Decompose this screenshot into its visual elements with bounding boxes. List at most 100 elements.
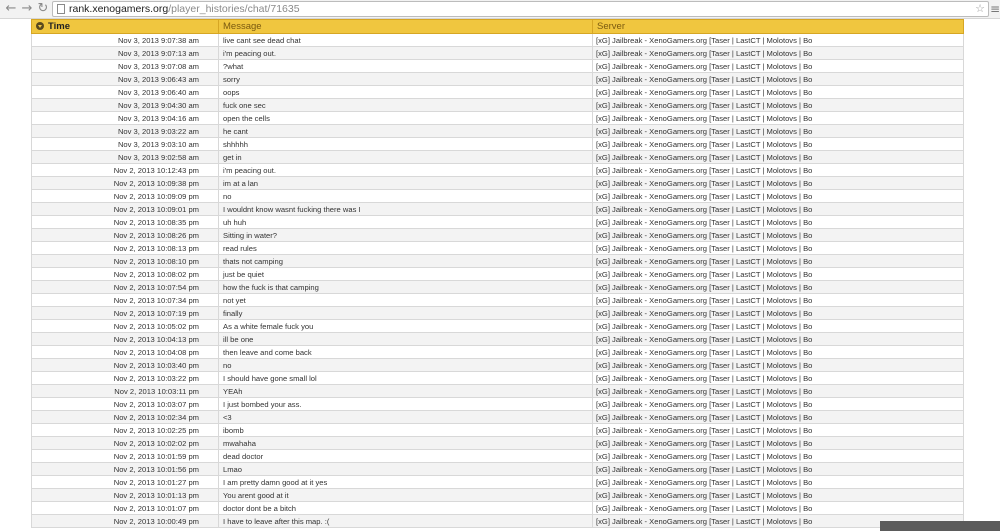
cell-message: get in — [218, 150, 593, 164]
browser-toolbar: ← → ↻ rank.xenogamers.org/player_histori… — [0, 0, 1000, 19]
cell-time: Nov 2, 2013 10:07:34 pm — [31, 293, 219, 307]
cell-time: Nov 2, 2013 10:07:19 pm — [31, 306, 219, 320]
table-row: Nov 2, 2013 10:01:27 pm I am pretty damn … — [31, 475, 964, 489]
address-bar[interactable]: rank.xenogamers.org/player_histories/cha… — [52, 1, 989, 17]
table-row: Nov 3, 2013 9:07:13 am i'm peacing out. [x… — [31, 46, 964, 60]
cell-message: live cant see dead chat — [218, 33, 593, 47]
cell-time: Nov 2, 2013 10:01:27 pm — [31, 475, 219, 489]
cell-message: i'm peacing out. — [218, 46, 593, 60]
cell-time: Nov 2, 2013 10:08:02 pm — [31, 267, 219, 281]
cell-time: Nov 3, 2013 9:07:08 am — [31, 59, 219, 73]
cell-message: I just bombed your ass. — [218, 397, 593, 411]
back-icon[interactable]: ← — [3, 1, 19, 17]
table-row: Nov 2, 2013 10:08:10 pm thats not camping… — [31, 254, 964, 268]
column-header-message[interactable]: Message — [218, 19, 593, 34]
cell-time: Nov 2, 2013 10:03:40 pm — [31, 358, 219, 372]
table-row: Nov 2, 2013 10:09:01 pm I wouldnt know wa… — [31, 202, 964, 216]
table-row: Nov 3, 2013 9:07:08 am ?what [xG] Jailbrea… — [31, 59, 964, 73]
cell-message: no — [218, 358, 593, 372]
cell-server: [xG] Jailbreak - XenoGamers.org [Taser |… — [592, 202, 964, 216]
cell-message: YEAh — [218, 384, 593, 398]
cell-time: Nov 3, 2013 9:04:30 am — [31, 98, 219, 112]
cell-message: ?what — [218, 59, 593, 73]
cell-server: [xG] Jailbreak - XenoGamers.org [Taser |… — [592, 436, 964, 450]
cell-message: oops — [218, 85, 593, 99]
url-text[interactable]: rank.xenogamers.org/player_histories/cha… — [69, 2, 300, 16]
table-row: Nov 2, 2013 10:09:09 pm no [xG] Jailbreak … — [31, 189, 964, 203]
cell-time: Nov 2, 2013 10:02:02 pm — [31, 436, 219, 450]
cell-message: Sitting in water? — [218, 228, 593, 242]
cell-server: [xG] Jailbreak - XenoGamers.org [Taser |… — [592, 176, 964, 190]
table-row: Nov 2, 2013 10:07:54 pm how the fuck is t… — [31, 280, 964, 294]
cell-message: no — [218, 189, 593, 203]
cell-message: sorry — [218, 72, 593, 86]
table-row: Nov 2, 2013 10:03:40 pm no [xG] Jailbreak … — [31, 358, 964, 372]
reload-icon[interactable]: ↻ — [35, 1, 51, 17]
cell-time: Nov 3, 2013 9:07:38 am — [31, 33, 219, 47]
cell-server: [xG] Jailbreak - XenoGamers.org [Taser |… — [592, 33, 964, 47]
cell-message: Lmao — [218, 462, 593, 476]
table-row: Nov 2, 2013 10:08:26 pm Sitting in water?… — [31, 228, 964, 242]
cell-time: Nov 2, 2013 10:03:07 pm — [31, 397, 219, 411]
cell-message: finally — [218, 306, 593, 320]
cell-server: [xG] Jailbreak - XenoGamers.org [Taser |… — [592, 254, 964, 268]
cell-message: then leave and come back — [218, 345, 593, 359]
cell-time: Nov 2, 2013 10:00:49 pm — [31, 514, 219, 528]
page-icon — [57, 4, 65, 14]
cell-server: [xG] Jailbreak - XenoGamers.org [Taser |… — [592, 293, 964, 307]
cell-message: how the fuck is that camping — [218, 280, 593, 294]
cell-message: not yet — [218, 293, 593, 307]
cell-time: Nov 3, 2013 9:02:58 am — [31, 150, 219, 164]
cell-server: [xG] Jailbreak - XenoGamers.org [Taser |… — [592, 345, 964, 359]
chat-history-table: Time Message Server Nov 3, 2013 9:07:38 … — [31, 19, 964, 528]
column-header-server[interactable]: Server — [592, 19, 964, 34]
table-row: Nov 3, 2013 9:06:43 am sorry [xG] Jailbrea… — [31, 72, 964, 86]
bookmark-star-icon[interactable]: ☆ — [975, 2, 985, 16]
table-row: Nov 2, 2013 10:08:02 pm just be quiet [xG]… — [31, 267, 964, 281]
cell-server: [xG] Jailbreak - XenoGamers.org [Taser |… — [592, 319, 964, 333]
menu-icon[interactable]: ≡ — [990, 2, 1000, 16]
table-row: Nov 2, 2013 10:07:34 pm not yet [xG] Jailb… — [31, 293, 964, 307]
cell-server: [xG] Jailbreak - XenoGamers.org [Taser |… — [592, 423, 964, 437]
cell-message: mwahaha — [218, 436, 593, 450]
cell-time: Nov 2, 2013 10:12:43 pm — [31, 163, 219, 177]
cell-server: [xG] Jailbreak - XenoGamers.org [Taser |… — [592, 85, 964, 99]
table-row: Nov 2, 2013 10:01:07 pm doctor dont be a … — [31, 501, 964, 515]
table-row: Nov 2, 2013 10:04:13 pm ill be one [xG] Ja… — [31, 332, 964, 346]
table-row: Nov 2, 2013 10:02:25 pm ibomb [xG] Jailbre… — [31, 423, 964, 437]
cell-server: [xG] Jailbreak - XenoGamers.org [Taser |… — [592, 462, 964, 476]
cell-time: Nov 2, 2013 10:08:26 pm — [31, 228, 219, 242]
table-row: Nov 2, 2013 10:09:38 pm im at a lan [xG] J… — [31, 176, 964, 190]
column-header-server-label: Server — [597, 21, 625, 32]
cell-time: Nov 3, 2013 9:03:22 am — [31, 124, 219, 138]
sort-descending-icon[interactable] — [36, 22, 44, 30]
table-row: Nov 2, 2013 10:01:13 pm You arent good at… — [31, 488, 964, 502]
cell-server: [xG] Jailbreak - XenoGamers.org [Taser |… — [592, 228, 964, 242]
cell-time: Nov 2, 2013 10:04:08 pm — [31, 345, 219, 359]
cell-server: [xG] Jailbreak - XenoGamers.org [Taser |… — [592, 488, 964, 502]
cell-message: im at a lan — [218, 176, 593, 190]
chat-history-panel: Time Message Server Nov 3, 2013 9:07:38 … — [31, 19, 964, 528]
cell-message: As a white female fuck you — [218, 319, 593, 333]
cell-time: Nov 2, 2013 10:01:59 pm — [31, 449, 219, 463]
cell-time: Nov 2, 2013 10:08:10 pm — [31, 254, 219, 268]
cell-server: [xG] Jailbreak - XenoGamers.org [Taser |… — [592, 267, 964, 281]
column-header-time[interactable]: Time — [31, 19, 219, 34]
cell-time: Nov 2, 2013 10:09:38 pm — [31, 176, 219, 190]
column-header-time-label: Time — [48, 21, 71, 32]
table-row: Nov 3, 2013 9:07:38 am live cant see dead… — [31, 33, 964, 47]
cell-time: Nov 2, 2013 10:03:22 pm — [31, 371, 219, 385]
cell-time: Nov 2, 2013 10:01:56 pm — [31, 462, 219, 476]
table-row: Nov 2, 2013 10:08:13 pm read rules [xG] Ja… — [31, 241, 964, 255]
table-row: Nov 2, 2013 10:07:19 pm finally [xG] Jailb… — [31, 306, 964, 320]
cell-server: [xG] Jailbreak - XenoGamers.org [Taser |… — [592, 189, 964, 203]
cell-server: [xG] Jailbreak - XenoGamers.org [Taser |… — [592, 137, 964, 151]
forward-icon[interactable]: → — [19, 1, 35, 17]
cell-message: read rules — [218, 241, 593, 255]
url-path: /player_histories/chat/71635 — [168, 3, 300, 15]
cell-time: Nov 2, 2013 10:03:11 pm — [31, 384, 219, 398]
cell-message: thats not camping — [218, 254, 593, 268]
table-row: Nov 2, 2013 10:01:59 pm dead doctor [xG] J… — [31, 449, 964, 463]
cell-server: [xG] Jailbreak - XenoGamers.org [Taser |… — [592, 371, 964, 385]
cell-time: Nov 2, 2013 10:09:09 pm — [31, 189, 219, 203]
